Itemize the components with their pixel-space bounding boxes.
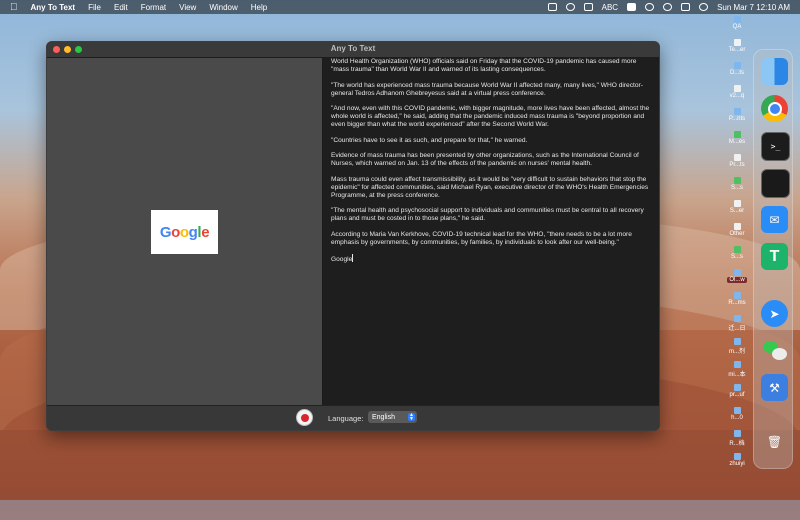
folder-icon (733, 131, 741, 138)
desktop-icon-label: S...s (730, 185, 743, 191)
desktop-icon-label: Te...er (728, 47, 746, 53)
control-center-icon[interactable] (681, 3, 691, 11)
google-logo: Google (159, 223, 210, 241)
xcode-icon[interactable]: ⚒ (761, 374, 788, 401)
folder-icon (733, 453, 741, 460)
dock: >_ ✉ T ➤ ⚒ 🗑 (753, 49, 793, 469)
desktop-icon-label: v2...q (729, 93, 745, 99)
document-icon (733, 223, 741, 230)
desktop-icon-label: QA (732, 24, 742, 30)
document-icon (733, 39, 741, 46)
folder-icon (733, 430, 741, 437)
record-icon (300, 413, 309, 422)
app-menu[interactable]: Any To Text (31, 3, 76, 12)
desktop-icon-label: m...剂 (729, 349, 745, 355)
folder-icon (733, 315, 741, 322)
desktop-icon-label: Pr...ts (729, 162, 745, 168)
folder-icon (733, 361, 741, 368)
wifi-icon[interactable] (645, 3, 655, 11)
menu-window[interactable]: Window (209, 3, 237, 12)
text-paragraph: World Health Organization (WHO) official… (331, 58, 637, 73)
menu-edit[interactable]: Edit (114, 3, 128, 12)
text-paragraph: "And now, even with this COVID pandemic,… (331, 105, 650, 128)
siri-icon[interactable] (699, 3, 709, 11)
text-paragraph: "The world has experienced mass trauma b… (331, 81, 643, 97)
image-drop-area[interactable]: Google (47, 58, 322, 407)
folder-icon (733, 269, 741, 276)
terminal-icon[interactable]: >_ (761, 132, 790, 161)
spotlight-icon[interactable] (663, 3, 673, 11)
menu-file[interactable]: File (88, 3, 101, 12)
desktop-icon[interactable]: QA (715, 16, 759, 30)
document-icon (733, 154, 741, 161)
folder-icon (733, 108, 741, 115)
bottom-toolbar: Language: English ▲ ▼ (47, 405, 659, 430)
desktop-icon-label: 迁...日 (728, 326, 746, 332)
desktop-icon-label: Other (729, 231, 745, 237)
menu-format[interactable]: Format (141, 3, 166, 12)
finder-icon[interactable] (761, 58, 788, 85)
source-image: Google (151, 210, 218, 254)
language-label: Language: (328, 414, 364, 423)
chevron-updown-icon: ▲ ▼ (408, 412, 415, 422)
folder-icon (733, 16, 741, 23)
input-source-indicator[interactable]: ABC (602, 3, 618, 12)
folder-icon (733, 62, 741, 69)
chrome-icon[interactable] (761, 95, 788, 122)
recognized-text-area[interactable]: World Health Organization (WHO) official… (323, 58, 659, 407)
text-paragraph: "Countries have to see it as such, and p… (331, 136, 528, 144)
window-titlebar[interactable]: Any To Text (47, 42, 659, 58)
volume-icon[interactable] (583, 3, 593, 11)
menu-bar:  Any To Text File Edit Format View Wind… (0, 0, 800, 14)
desktop-icon-label: S...s (730, 254, 743, 260)
safari-icon[interactable]: ➤ (761, 300, 788, 327)
wechat-icon[interactable] (761, 337, 788, 364)
desktop-icon-label: D...ts (729, 70, 744, 76)
language-select[interactable]: English ▲ ▼ (368, 411, 417, 423)
mail-icon[interactable]: ✉ (761, 206, 788, 233)
desktop-icon-label: R...ms (728, 300, 746, 306)
text-paragraph: Evidence of mass trauma has been present… (331, 152, 639, 167)
record-button[interactable] (296, 409, 313, 426)
folder-icon (733, 338, 741, 345)
desktop-icon-label: R...档 (729, 441, 745, 447)
any-to-text-status-icon[interactable] (547, 3, 557, 11)
t-app-icon[interactable]: T (761, 243, 788, 270)
desktop-icon-label: mi...本 (728, 372, 746, 378)
desktop-icon-label: M...es (728, 139, 746, 145)
menu-view[interactable]: View (179, 3, 196, 12)
battery-icon[interactable] (627, 3, 637, 11)
apple-menu-icon[interactable]:  (10, 2, 18, 13)
app-window: Any To Text Google World Health Organiza… (46, 41, 660, 431)
document-icon (733, 200, 741, 207)
folder-icon (733, 292, 741, 299)
folder-icon (733, 384, 741, 391)
folder-icon (733, 246, 741, 253)
desktop-icon-label: Ol...w (727, 277, 747, 283)
desktop-icon[interactable]: Te...er (715, 39, 759, 53)
wechat-status-icon[interactable] (565, 3, 575, 11)
trash-icon[interactable]: 🗑 (761, 428, 788, 455)
desktop-icon-label: S...er (729, 208, 745, 214)
folder-icon (733, 177, 741, 184)
desktop-icon-label: pr...uf (729, 392, 745, 398)
language-value: English (372, 413, 395, 421)
text-cursor (352, 254, 354, 262)
menu-help[interactable]: Help (251, 3, 267, 12)
desktop-icon-label: h...0 (731, 415, 743, 421)
text-paragraph: Mass trauma could even affect transmissi… (331, 175, 649, 199)
folder-icon (733, 407, 741, 414)
menubar-clock[interactable]: Sun Mar 7 12:10 AM (717, 3, 790, 12)
desktop-icon-label: P...nts (728, 116, 746, 122)
desktop-icon-label: zhuiyi (729, 461, 745, 467)
activity-monitor-icon[interactable] (761, 169, 790, 198)
text-paragraph: According to Maria Van Kerkhove, COVID-1… (331, 230, 632, 246)
text-paragraph: "The mental health and psychosocial supp… (331, 207, 644, 222)
document-icon (733, 85, 741, 92)
text-paragraph: Google (331, 256, 353, 263)
window-title: Any To Text (330, 44, 376, 53)
